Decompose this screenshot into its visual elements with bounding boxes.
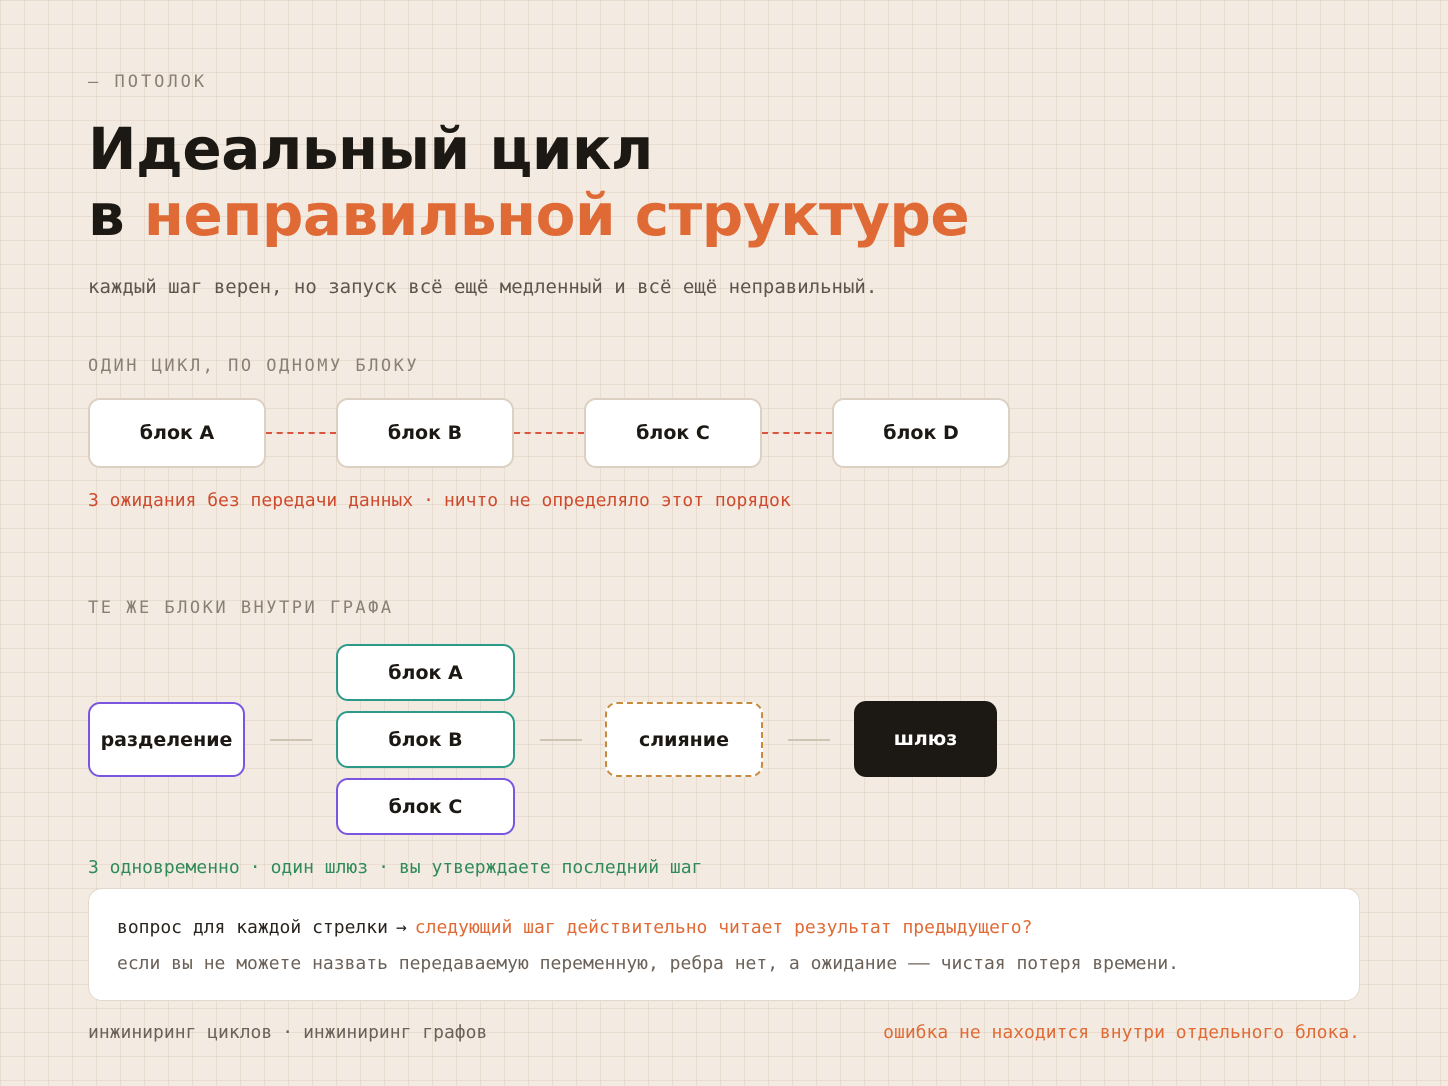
sequence-block-c: блок C <box>584 398 762 468</box>
callout-answer: если вы не можете назвать передаваемую п… <box>117 953 1180 974</box>
footer-left: инжиниринг циклов · инжиниринг графов <box>88 1022 487 1043</box>
footer-right: ошибка не находится внутри отдельного бл… <box>883 1022 1360 1043</box>
sequence-note-separator: · <box>423 490 434 511</box>
sequence-block-b: блок B <box>336 398 514 468</box>
title-line-1: Идеальный цикл <box>88 115 653 183</box>
sequence-note-right: ничто не определяло этот порядок <box>443 490 791 511</box>
sequence-block-a: блок A <box>88 398 266 468</box>
graph-connector-merge <box>788 739 830 741</box>
sequence-section-label: ОДИН ЦИКЛ, ПО ОДНОМУ БЛОКУ <box>88 356 420 376</box>
title-line-2-accent: неправильной структуре <box>143 181 970 249</box>
sequence-note: 3 ожидания без передачи данных · ничто не … <box>88 490 791 511</box>
graph-parallel-block-b: блок B <box>336 711 515 768</box>
arrow-right-icon: → <box>395 917 407 938</box>
footer-left-b: инжиниринг графов <box>303 1022 488 1043</box>
callout-box: вопрос для каждой стрелки → следующий шаг … <box>88 888 1360 1001</box>
graph-connector-split <box>270 739 312 741</box>
title-line-2-prefix: в <box>88 181 125 249</box>
footer-separator: · <box>282 1022 294 1043</box>
footer-left-a: инжиниринг циклов <box>88 1022 273 1043</box>
page-title: Идеальный цикл в неправильной структуре <box>88 115 970 249</box>
sequence-note-left: 3 ожидания без передачи данных <box>88 490 414 511</box>
graph-note-separator-1: · <box>249 857 261 878</box>
sequence-block-d: блок D <box>832 398 1010 468</box>
sequence-dashed-connector-2 <box>514 432 584 434</box>
subtitle: каждый шаг верен, но запуск всё ещё медл… <box>88 276 878 298</box>
sequence-dashed-connector-3 <box>762 432 832 434</box>
graph-gate-node: шлюз <box>854 701 997 777</box>
graph-note: 3 одновременно · один шлюз · вы утверждаете … <box>88 857 702 878</box>
graph-merge-node: слияние <box>605 702 763 777</box>
graph-section-label: ТЕ ЖЕ БЛОКИ ВНУТРИ ГРАФА <box>88 598 394 618</box>
graph-note-part-1: 3 одновременно <box>88 857 240 878</box>
callout-question: вопрос для каждой стрелки → следующий шаг … <box>117 917 1033 938</box>
sequence-dashed-connector-1 <box>266 432 336 434</box>
graph-split-node: разделение <box>88 702 245 777</box>
graph-note-part-3: вы утверждаете последний шаг <box>398 857 703 878</box>
graph-parallel-block-c: блок C <box>336 778 515 835</box>
graph-parallel-block-a: блок A <box>336 644 515 701</box>
graph-note-part-2: один шлюз <box>270 857 369 878</box>
eyebrow-label: — ПОТОЛОК <box>88 72 208 92</box>
graph-note-separator-2: · <box>378 857 389 878</box>
graph-connector-parallel <box>540 739 582 741</box>
callout-question-prefix: вопрос для каждой стрелки <box>117 917 388 938</box>
callout-question-accent: следующий шаг действительно читает резул… <box>414 917 1033 938</box>
